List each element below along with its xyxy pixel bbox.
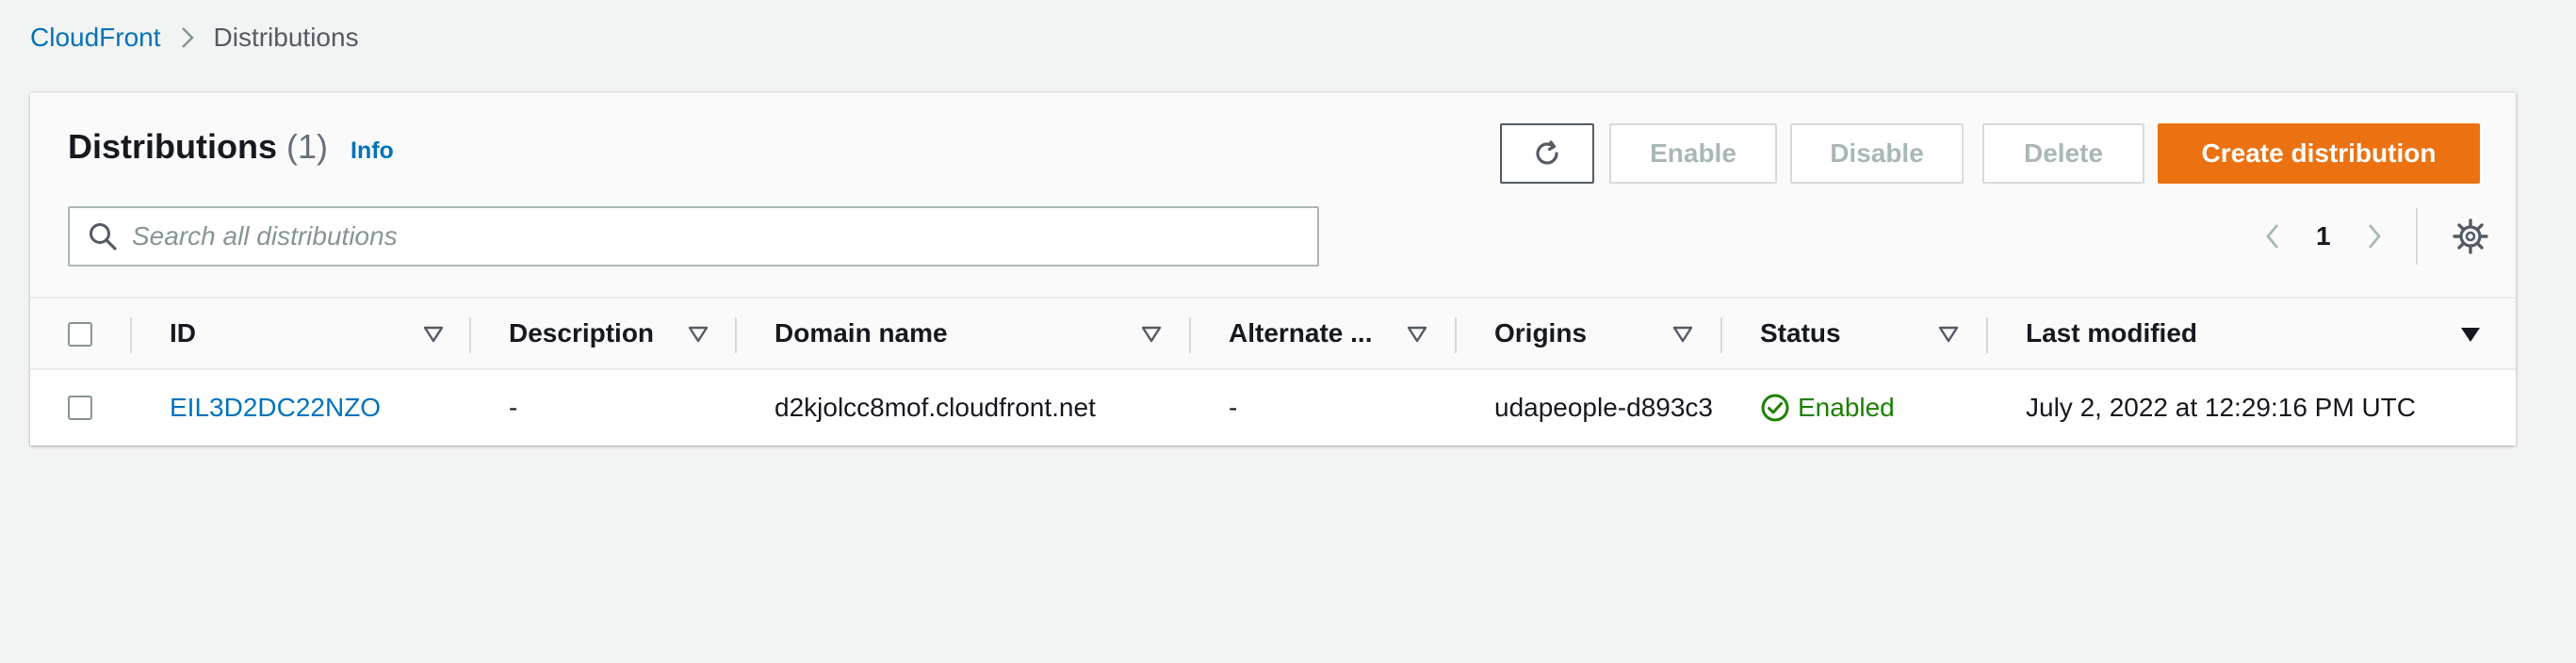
distributions-panel: Distributions (1) Info Enable Disable De… [30,92,2516,445]
disable-button[interactable]: Disable [1790,123,1964,184]
delete-button[interactable]: Delete [1982,123,2144,184]
gear-icon[interactable] [2450,216,2491,257]
refresh-button[interactable] [1500,123,1594,184]
sort-down-icon[interactable] [422,324,445,345]
search-input[interactable] [132,221,1300,251]
breadcrumb-cloudfront-link[interactable]: CloudFront [30,23,161,53]
distribution-id-link[interactable]: EIL3D2DC22NZO [170,370,381,445]
column-header-status[interactable]: Status [1760,299,1841,368]
column-divider [1189,317,1191,353]
page-title: Distributions (1) Info [68,127,394,167]
sort-descending-icon[interactable] [2459,324,2482,345]
column-divider [1720,317,1722,353]
cell-origins: udapeople-d893c3 [1494,393,1713,422]
distribution-count: (1) [286,127,328,166]
column-divider [130,317,132,353]
column-divider [735,317,737,353]
chevron-right-icon [2368,224,2381,249]
column-header-alternate-domain[interactable]: Alternate ... [1229,299,1372,368]
table-header: ID Description Domain name Alternate ...… [30,297,2516,370]
table-row[interactable]: EIL3D2DC22NZO - d2kjolcc8mof.cloudfront.… [30,370,2516,445]
title-text: Distributions [68,127,277,166]
sort-down-icon[interactable] [1937,324,1960,345]
sort-down-icon[interactable] [1140,324,1163,345]
column-header-last-modified[interactable]: Last modified [2026,299,2197,368]
column-header-origins[interactable]: Origins [1494,299,1587,368]
column-divider [1455,317,1457,353]
row-select-checkbox[interactable] [68,396,92,420]
chevron-left-icon [2266,224,2279,249]
cell-alternate-domain: - [1229,393,1238,422]
breadcrumb-current: Distributions [213,23,359,52]
select-all-checkbox[interactable] [68,322,92,347]
breadcrumb: CloudFront Distributions [30,23,359,53]
column-header-domain-name[interactable]: Domain name [774,299,948,368]
sort-down-icon[interactable] [687,324,709,345]
column-divider [469,317,471,353]
previous-page-button[interactable] [2254,212,2291,261]
cell-last-modified: July 2, 2022 at 12:29:16 PM UTC [2026,393,2416,422]
sort-down-icon[interactable] [1406,324,1428,345]
refresh-icon [1536,140,1558,165]
pager-divider [2416,208,2418,265]
info-link[interactable]: Info [351,137,394,165]
column-header-id[interactable]: ID [170,299,196,368]
pagination: 1 [2254,212,2393,261]
search-box[interactable] [68,206,1319,267]
status-badge: Enabled [1760,370,1895,445]
chevron-right-icon [181,27,194,48]
column-divider [1986,317,1988,353]
next-page-button[interactable] [2356,212,2393,261]
panel-header: Distributions (1) Info Enable Disable De… [30,93,2516,297]
enable-button[interactable]: Enable [1609,123,1777,184]
cell-domain-name: d2kjolcc8mof.cloudfront.net [774,393,1096,422]
current-page-number[interactable]: 1 [2316,221,2331,251]
check-circle-icon [1761,394,1789,422]
cell-description: - [509,393,518,422]
create-distribution-button[interactable]: Create distribution [2158,123,2480,184]
sort-down-icon[interactable] [1671,324,1694,345]
column-header-description[interactable]: Description [509,299,654,368]
search-icon [90,223,117,251]
status-text: Enabled [1798,393,1895,422]
